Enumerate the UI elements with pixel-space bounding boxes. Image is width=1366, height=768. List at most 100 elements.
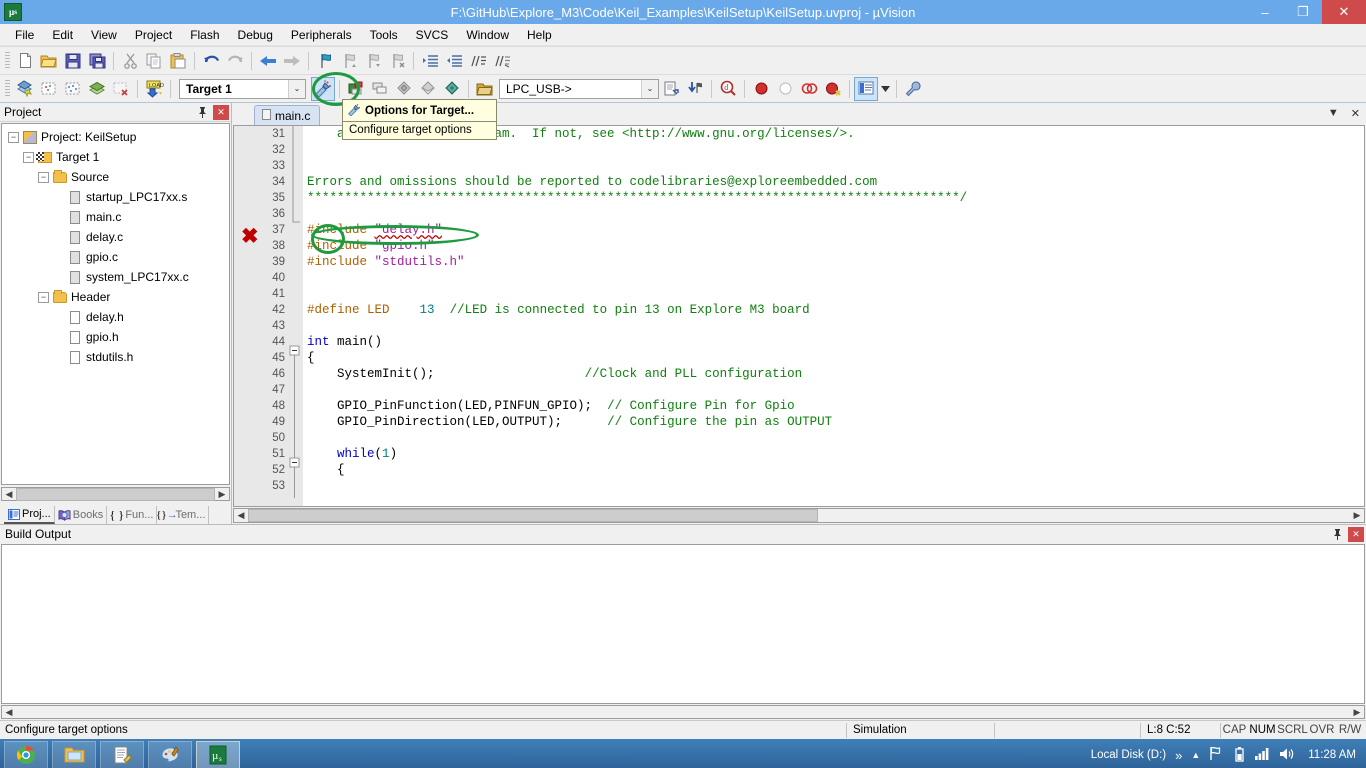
tree-item-file[interactable]: stdutils.h: [2, 347, 229, 367]
window-list-button[interactable]: [854, 76, 878, 101]
build-output-text[interactable]: [1, 544, 1365, 704]
expander-icon[interactable]: −: [38, 171, 49, 183]
batch-build-icon[interactable]: [61, 77, 85, 101]
expander-icon[interactable]: −: [23, 151, 34, 163]
window-list-icon[interactable]: ▼: [1328, 107, 1339, 120]
download-icon[interactable]: LOAD: [142, 77, 166, 101]
save-all-icon[interactable]: [85, 49, 109, 73]
pack-installer-icon[interactable]: [416, 77, 440, 101]
scroll-left-button[interactable]: ◀: [2, 706, 16, 719]
pin-icon[interactable]: [1330, 527, 1346, 542]
action-center-icon[interactable]: [1209, 746, 1224, 764]
chevron-down-icon[interactable]: ⌄: [288, 79, 305, 98]
toolbar-grip[interactable]: [5, 79, 10, 98]
paint-taskbar-icon[interactable]: [148, 741, 192, 768]
menu-help[interactable]: Help: [518, 26, 561, 44]
tab-books[interactable]: Books: [55, 506, 108, 524]
menu-window[interactable]: Window: [457, 26, 518, 44]
menu-peripherals[interactable]: Peripherals: [282, 26, 361, 44]
open-file-icon[interactable]: [37, 49, 61, 73]
scroll-thumb[interactable]: [16, 487, 215, 501]
menu-file[interactable]: File: [6, 26, 43, 44]
notepad-taskbar-icon[interactable]: [100, 741, 144, 768]
target-select[interactable]: Target 1 ⌄: [179, 78, 306, 99]
cut-icon[interactable]: [118, 49, 142, 73]
chevron-down-icon[interactable]: ⌄: [641, 79, 658, 98]
toolbar-grip[interactable]: [5, 51, 10, 70]
translate-icon[interactable]: [85, 77, 109, 101]
disable-breakpoint-icon[interactable]: [773, 77, 797, 101]
editor-hscrollbar[interactable]: ◀ ▶: [233, 508, 1365, 523]
editor-fold-gutter[interactable]: [289, 126, 303, 506]
expander-icon[interactable]: −: [38, 291, 49, 303]
tree-item-file[interactable]: main.c: [2, 207, 229, 227]
insert-tracepoint-icon[interactable]: [683, 77, 707, 101]
scroll-right-button[interactable]: ▶: [1350, 706, 1364, 719]
navigate-back-icon[interactable]: [256, 49, 280, 73]
volume-icon[interactable]: [1279, 747, 1295, 764]
paste-icon[interactable]: [166, 49, 190, 73]
editor-tab-main-c[interactable]: main.c: [254, 105, 321, 125]
bookmark-toggle-icon[interactable]: [313, 49, 337, 73]
minimize-button[interactable]: –: [1246, 0, 1284, 24]
tree-item-file[interactable]: startup_LPC17xx.s: [2, 187, 229, 207]
menu-tools[interactable]: Tools: [361, 26, 407, 44]
menu-svcs[interactable]: SVCS: [407, 26, 458, 44]
indent-icon[interactable]: [418, 49, 442, 73]
close-icon[interactable]: ✕: [213, 104, 229, 120]
outdent-icon[interactable]: [442, 49, 466, 73]
network-icon[interactable]: [1255, 747, 1270, 763]
build-icon[interactable]: [13, 77, 37, 101]
close-button[interactable]: ✕: [1322, 0, 1366, 24]
tray-overflow-icon[interactable]: »: [1175, 748, 1182, 763]
menu-project[interactable]: Project: [126, 26, 181, 44]
kill-all-breakpoints-icon[interactable]: [797, 77, 821, 101]
tab-templates[interactable]: {} → Tem...: [156, 506, 210, 524]
device-select[interactable]: LPC_USB-> ⌄: [499, 78, 659, 99]
options-for-target-button[interactable]: [311, 76, 335, 101]
undo-icon[interactable]: [199, 49, 223, 73]
battery-icon[interactable]: [1233, 746, 1246, 765]
tray-label[interactable]: Local Disk (D:): [1091, 749, 1166, 761]
stop-build-icon[interactable]: [109, 77, 133, 101]
taskbar-clock[interactable]: 11:28 AM: [1308, 749, 1356, 761]
scroll-right-button[interactable]: ▶: [215, 488, 229, 501]
code-editor[interactable]: 31 32 33 34 35 36 37 38 39 40 41 42 43 4…: [233, 125, 1365, 507]
close-icon[interactable]: ✕: [1348, 526, 1364, 542]
tree-item-file[interactable]: delay.h: [2, 307, 229, 327]
maximize-button[interactable]: ❐: [1284, 0, 1322, 24]
manage-project-items-icon[interactable]: [344, 77, 368, 101]
tree-item-file[interactable]: delay.c: [2, 227, 229, 247]
tree-item-target[interactable]: − Target 1: [2, 147, 229, 167]
tree-item-file[interactable]: gpio.c: [2, 247, 229, 267]
uvision-taskbar-icon[interactable]: µs: [196, 741, 240, 768]
editor-marker-gutter[interactable]: [234, 126, 260, 506]
new-file-icon[interactable]: [13, 49, 37, 73]
find-in-files-icon[interactable]: d: [716, 77, 740, 101]
build-output-hscrollbar[interactable]: ◀ ▶: [1, 705, 1365, 719]
tree-item-project[interactable]: − Project: KeilSetup: [2, 127, 229, 147]
configuration-wizard-icon[interactable]: [440, 77, 464, 101]
expander-icon[interactable]: −: [8, 131, 19, 143]
tree-item-file[interactable]: gpio.h: [2, 327, 229, 347]
bookmark-clear-icon[interactable]: [385, 49, 409, 73]
tab-functions[interactable]: { } Fun...: [107, 506, 158, 524]
close-icon[interactable]: ✕: [1351, 107, 1360, 120]
copy-icon[interactable]: [142, 49, 166, 73]
tree-item-group-source[interactable]: − Source: [2, 167, 229, 187]
enable-disable-breakpoints-icon[interactable]: [821, 77, 845, 101]
tree-item-file[interactable]: system_LPC17xx.c: [2, 267, 229, 287]
menu-edit[interactable]: Edit: [43, 26, 82, 44]
redo-icon[interactable]: [223, 49, 247, 73]
project-tree-hscrollbar[interactable]: ◀ ▶: [1, 487, 230, 501]
file-explorer-taskbar-icon[interactable]: [52, 741, 96, 768]
scroll-thumb[interactable]: [248, 509, 818, 522]
bookmark-prev-icon[interactable]: [337, 49, 361, 73]
multi-project-icon[interactable]: [368, 77, 392, 101]
chrome-taskbar-icon[interactable]: [4, 741, 48, 768]
comment-icon[interactable]: [466, 49, 490, 73]
scroll-left-button[interactable]: ◀: [2, 488, 16, 501]
menu-flash[interactable]: Flash: [181, 26, 228, 44]
tree-item-group-header[interactable]: − Header: [2, 287, 229, 307]
breakpoint-icon[interactable]: [749, 77, 773, 101]
